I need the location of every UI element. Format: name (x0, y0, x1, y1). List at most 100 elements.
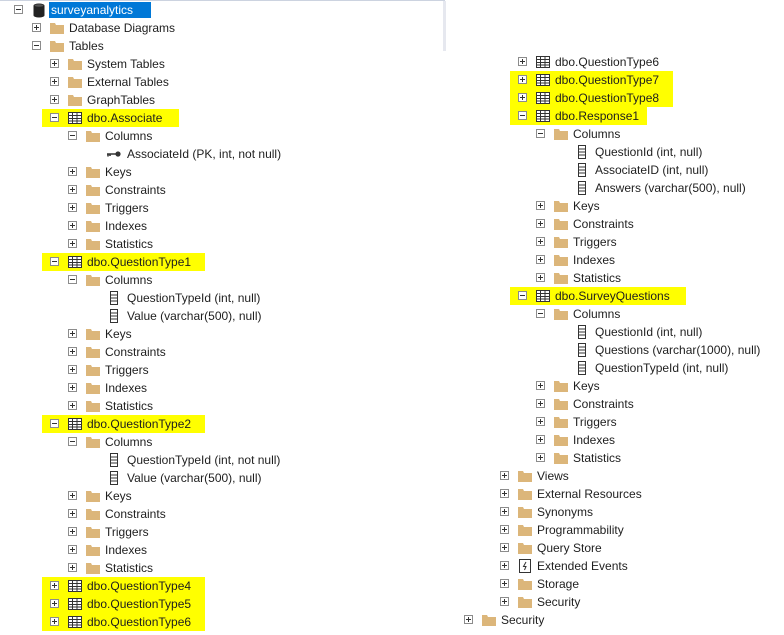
tree-node-label[interactable]: QuestionId (int, null) (595, 143, 702, 161)
tree-node[interactable]: Columns (0, 305, 784, 323)
tree-node[interactable]: dbo.QuestionType8 (0, 89, 784, 107)
column-icon (574, 324, 590, 340)
extended-events-icon (517, 558, 533, 574)
tree-node-label[interactable]: Synonyms (537, 503, 593, 521)
tree-node-label[interactable]: dbo.QuestionType7 (555, 71, 659, 89)
tree-node[interactable]: Security (0, 611, 784, 629)
tree-node-label[interactable]: Constraints (573, 395, 634, 413)
tree-node[interactable]: Indexes (0, 251, 784, 269)
column-icon (574, 360, 590, 376)
expand-icon[interactable] (536, 219, 545, 228)
expand-icon[interactable] (518, 93, 527, 102)
tree-node-label[interactable]: Columns (573, 305, 620, 323)
collapse-icon[interactable] (518, 291, 527, 300)
tree-node[interactable]: Indexes (0, 431, 784, 449)
tree-node[interactable]: Keys (0, 197, 784, 215)
collapse-icon[interactable] (536, 129, 545, 138)
tree-node[interactable]: Storage (0, 575, 784, 593)
tree-node-label[interactable]: Views (537, 467, 569, 485)
folder-icon (553, 432, 569, 448)
tree-node-label[interactable]: Triggers (573, 233, 617, 251)
tree-node[interactable]: Extended Events (0, 557, 784, 575)
tree-node-label[interactable]: QuestionTypeId (int, null) (595, 359, 728, 377)
collapse-icon[interactable] (518, 111, 527, 120)
expand-icon[interactable] (536, 399, 545, 408)
expand-icon[interactable] (536, 255, 545, 264)
tree-node-label[interactable]: Triggers (573, 413, 617, 431)
tree-node[interactable]: External Resources (0, 485, 784, 503)
expand-icon[interactable] (500, 579, 509, 588)
tree-node-label[interactable]: Storage (537, 575, 579, 593)
tree-node[interactable]: Statistics (0, 269, 784, 287)
tree-node-label[interactable]: Indexes (573, 431, 615, 449)
folder-icon (553, 198, 569, 214)
tree-node-label[interactable]: Security (501, 611, 544, 629)
table-icon (535, 108, 551, 124)
tree-node-label[interactable]: Questions (varchar(1000), null) (595, 341, 760, 359)
tree-node-label[interactable]: dbo.QuestionType8 (555, 89, 659, 107)
expand-icon[interactable] (500, 543, 509, 552)
tree-node-label[interactable]: Security (537, 593, 580, 611)
tree-node-label[interactable]: Indexes (573, 251, 615, 269)
collapse-icon[interactable] (536, 309, 545, 318)
tree-node[interactable]: Triggers (0, 233, 784, 251)
expand-icon[interactable] (500, 489, 509, 498)
expand-icon[interactable] (518, 75, 527, 84)
tree-node[interactable]: Triggers (0, 413, 784, 431)
tree-node[interactable]: dbo.QuestionType7 (0, 71, 784, 89)
tree-node[interactable]: QuestionId (int, null) (0, 143, 784, 161)
tree-node-label[interactable]: Keys (573, 197, 600, 215)
folder-icon (517, 504, 533, 520)
tree-node[interactable]: QuestionTypeId (int, null) (0, 359, 784, 377)
expand-icon[interactable] (536, 201, 545, 210)
tree-node[interactable]: Views (0, 467, 784, 485)
expand-icon[interactable] (536, 435, 545, 444)
table-icon (535, 54, 551, 70)
tree-node[interactable]: Keys (0, 377, 784, 395)
tree-node-label[interactable]: Statistics (573, 269, 621, 287)
expand-icon[interactable] (536, 237, 545, 246)
tree-node-label[interactable]: dbo.Response1 (555, 107, 639, 125)
expand-icon[interactable] (536, 417, 545, 426)
tree-node-label[interactable]: Keys (573, 377, 600, 395)
tree-node[interactable]: Questions (varchar(1000), null) (0, 341, 784, 359)
tree-node[interactable]: Query Store (0, 539, 784, 557)
expand-icon[interactable] (500, 471, 509, 480)
expand-icon[interactable] (500, 507, 509, 516)
tree-node-label[interactable]: Constraints (573, 215, 634, 233)
tree-node-label[interactable]: AssociateID (int, null) (595, 161, 708, 179)
tree-node[interactable]: Programmability (0, 521, 784, 539)
tree-node-label[interactable]: Columns (573, 125, 620, 143)
tree-node-label[interactable]: Statistics (573, 449, 621, 467)
tree-node-label[interactable]: Extended Events (537, 557, 628, 575)
tree-node[interactable]: Constraints (0, 395, 784, 413)
expand-icon[interactable] (536, 381, 545, 390)
tree-node[interactable]: AssociateID (int, null) (0, 161, 784, 179)
folder-icon (517, 576, 533, 592)
expand-icon[interactable] (500, 597, 509, 606)
expand-icon[interactable] (500, 525, 509, 534)
expand-icon[interactable] (464, 615, 473, 624)
tree-node-label[interactable]: Query Store (537, 539, 602, 557)
tree-node[interactable]: Synonyms (0, 503, 784, 521)
table-icon (535, 72, 551, 88)
tree-node[interactable]: Constraints (0, 215, 784, 233)
tree-node[interactable]: Answers (varchar(500), null) (0, 179, 784, 197)
tree-node[interactable]: dbo.QuestionType6 (0, 53, 784, 71)
expand-icon[interactable] (500, 561, 509, 570)
tree-node[interactable]: Columns (0, 125, 784, 143)
tree-node-label[interactable]: dbo.SurveyQuestions (555, 287, 670, 305)
tree-node-label[interactable]: External Resources (537, 485, 642, 503)
expand-icon[interactable] (536, 273, 545, 282)
expand-icon[interactable] (518, 57, 527, 66)
expand-icon[interactable] (536, 453, 545, 462)
tree-node[interactable]: QuestionId (int, null) (0, 323, 784, 341)
tree-node-label[interactable]: QuestionId (int, null) (595, 323, 702, 341)
tree-node[interactable]: dbo.SurveyQuestions (0, 287, 784, 305)
tree-node-label[interactable]: dbo.QuestionType6 (555, 53, 659, 71)
tree-node-label[interactable]: Answers (varchar(500), null) (595, 179, 746, 197)
tree-node[interactable]: dbo.Response1 (0, 107, 784, 125)
tree-node-label[interactable]: Programmability (537, 521, 624, 539)
tree-node[interactable]: Security (0, 593, 784, 611)
tree-node[interactable]: Statistics (0, 449, 784, 467)
